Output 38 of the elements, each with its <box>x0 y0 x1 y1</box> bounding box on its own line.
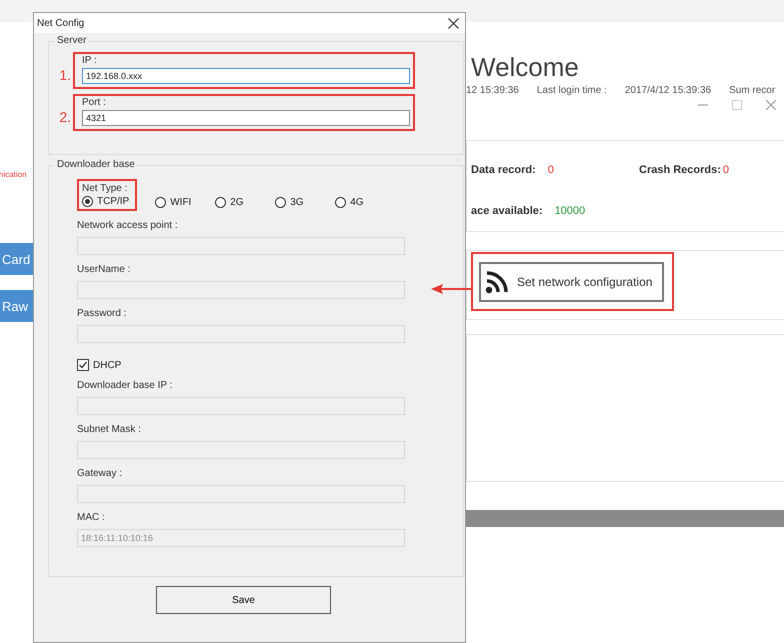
field-label: IP : <box>82 55 98 66</box>
stat-value: 0 <box>548 164 554 176</box>
save-button[interactable]: Save <box>156 586 331 614</box>
step-number: 2. <box>58 108 72 124</box>
text-field[interactable]: 4321 <box>82 110 410 126</box>
radio-option[interactable]: 3G <box>275 197 318 208</box>
group-legend: Downloader base <box>55 159 137 170</box>
stat-label: Crash Records: <box>639 164 721 176</box>
network-config-button[interactable]: Set network configuration <box>479 262 664 302</box>
field-label: Port : <box>82 97 107 108</box>
step-number: 1. <box>58 66 72 82</box>
stat-value: 0 <box>722 164 730 176</box>
text-field[interactable]: 192.168.0.xxx <box>82 68 410 84</box>
field-label: Network access point : <box>77 220 179 231</box>
field-label: UserName : <box>77 264 132 275</box>
radio-option[interactable]: 4G <box>335 197 378 208</box>
field-label: Net Type : <box>82 183 128 194</box>
stat-label: ace available: <box>471 204 543 216</box>
group-legend: Server <box>55 35 88 46</box>
radio-option[interactable]: 2G <box>215 197 258 208</box>
info-text: 2017/4/12 15:39:36 <box>624 85 712 96</box>
checkbox-option[interactable]: DHCP <box>77 359 463 371</box>
info-text: Sum recor <box>729 85 776 96</box>
radio-option[interactable]: TCP/IP <box>82 196 130 207</box>
close-icon[interactable] <box>448 18 459 28</box>
info-text: 12 15:39:36 <box>466 85 519 96</box>
field-label: Password : <box>77 308 128 319</box>
maximize-icon[interactable] <box>732 100 742 110</box>
welcome-heading: Welcome <box>471 51 580 83</box>
dialog-title: Net Config <box>37 18 84 28</box>
stat-label: Data record: <box>471 164 536 176</box>
field-label: Subnet Mask : <box>77 424 142 435</box>
field-label: Downloader base IP : <box>77 380 174 391</box>
field-label: Gateway : <box>77 468 124 479</box>
radio-option[interactable]: WIFI <box>155 197 198 208</box>
stat-value: 10000 <box>554 204 586 216</box>
field-label: MAC : <box>77 512 106 523</box>
info-text: Last login time : <box>536 85 607 96</box>
